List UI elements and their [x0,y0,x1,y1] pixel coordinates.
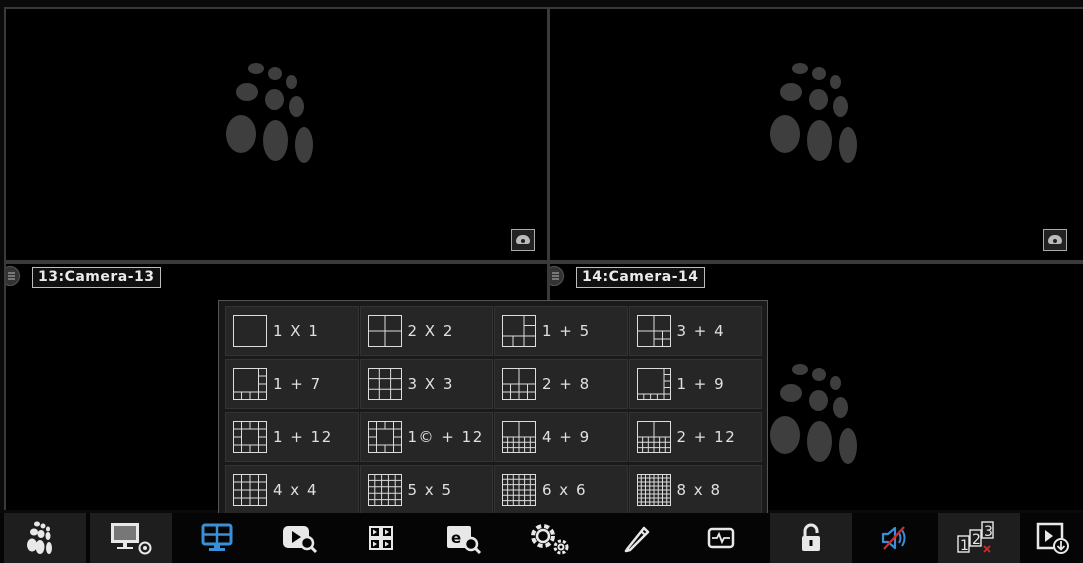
taskbar: e 1 2 3 [0,513,1083,563]
layout-5x5-icon [367,474,402,506]
start-menu-button[interactable] [4,513,86,563]
layout-option-label: 3 X 3 [407,375,454,393]
layout-2p12-icon [636,421,671,453]
layout-2p8-icon [502,368,536,400]
layout-1p5-icon [502,315,536,347]
layout-option-label: 1 + 5 [542,322,591,340]
channel-menu-icon[interactable] [6,266,20,286]
mute-button[interactable] [854,513,936,563]
channel-number-button[interactable]: 1 2 3 [938,513,1020,563]
sequence-button[interactable] [340,513,422,563]
brand-logo-watermark [226,63,336,173]
layout-1p12-icon [233,421,267,453]
logo-icon [27,521,52,554]
layout-option-label: 1 X 1 [273,322,320,340]
playback-search-icon [283,526,318,554]
svg-text:e: e [451,529,461,547]
layout-1p7-icon [233,368,267,400]
layout-option-label: 2 + 12 [676,428,737,446]
layout-option-1p5[interactable]: 1 + 5 [494,306,628,356]
layout-3p4-icon [636,315,671,347]
layout-option-label: 6 x 6 [542,481,587,499]
edit-button[interactable] [596,513,678,563]
layout-option-4x4[interactable]: 4 x 4 [225,465,359,515]
layout-option-1p9[interactable]: 1 + 9 [628,359,762,409]
layout-option-1p12[interactable]: 1 + 12 [225,412,359,462]
layout-8x8-icon [636,474,671,506]
layout-option-4p9[interactable]: 4 + 9 [494,412,628,462]
layout-option-1p7[interactable]: 1 + 7 [225,359,359,409]
layout-option-label: 4 x 4 [273,481,318,499]
layout-6x6-icon [502,474,536,506]
camera-tile-2[interactable] [550,9,1083,260]
edit-pencil-icon [624,526,650,553]
layout-option-label: 2 + 8 [542,375,591,393]
layout-option-6x6[interactable]: 6 x 6 [494,465,628,515]
lock-icon [802,523,820,551]
layout-option-label: 1 + 7 [273,375,322,393]
layout-option-2x2[interactable]: 2 X 2 [359,306,493,356]
camera-tile-1[interactable] [6,9,547,260]
layout-option-8x8[interactable]: 8 x 8 [628,465,762,515]
layout-row: 1 X 1 2 X 2 1 + 5 3 + 4 [225,306,763,358]
layout-option-2p12[interactable]: 2 + 12 [628,412,762,462]
sequence-icon [369,526,393,550]
layout-option-1c12[interactable]: 1© + 12 [359,412,493,462]
layout-monitor-icon [201,523,233,551]
layout-4x4-icon [233,474,267,506]
layout-2x2-icon [367,315,402,347]
layout-menu: 1 X 1 2 X 2 1 + 5 3 + 4 1 + 7 3 X 3 2 + … [218,300,768,518]
svg-text:3: 3 [984,524,993,540]
layout-option-3x3[interactable]: 3 X 3 [359,359,493,409]
layout-1c12-icon [367,421,402,453]
layout-option-label: 2 X 2 [407,322,454,340]
brand-logo-watermark [770,63,880,173]
mute-icon [881,526,906,550]
system-status-icon [707,527,735,549]
layout-row: 1 + 7 3 X 3 2 + 8 1 + 9 [225,359,763,411]
layout-1x1-icon [233,315,267,347]
backup-icon [1036,522,1069,554]
camera-label: 14:Camera-14 [576,267,705,288]
layout-button[interactable] [176,513,258,563]
layout-option-label: 4 + 9 [542,428,591,446]
layout-option-1x1[interactable]: 1 X 1 [225,306,359,356]
layout-option-label: 5 x 5 [407,481,453,499]
dome-camera-icon[interactable] [1043,229,1067,251]
playback-search-button[interactable] [258,513,340,563]
event-search-button[interactable]: e [422,513,504,563]
layout-option-label: 3 + 4 [676,322,726,340]
settings-button[interactable] [508,513,590,563]
camera-label: 13:Camera-13 [32,267,161,288]
system-status-button[interactable] [680,513,762,563]
settings-gears-icon [531,524,569,555]
layout-1p9-icon [636,368,671,400]
svg-text:2: 2 [972,532,981,548]
layout-option-5x5[interactable]: 5 x 5 [359,465,493,515]
layout-option-label: 1© + 12 [407,428,484,446]
channel-menu-icon[interactable] [550,266,564,286]
lock-button[interactable] [770,513,852,563]
channel-number-icon: 1 2 3 [957,521,994,554]
layout-3x3-icon [367,368,402,400]
display-settings-button[interactable] [90,513,172,563]
layout-row: 1 + 12 1© + 12 4 + 9 2 + 12 [225,412,763,464]
layout-option-label: 1 + 12 [273,428,333,446]
layout-row: 4 x 4 5 x 5 6 x 6 8 x 8 [225,465,763,517]
layout-4p9-icon [502,421,536,453]
dome-camera-icon[interactable] [511,229,535,251]
layout-option-label: 1 + 9 [676,375,726,393]
brand-logo-watermark [770,364,880,474]
svg-text:1: 1 [960,538,969,554]
layout-option-3p4[interactable]: 3 + 4 [628,306,762,356]
event-search-icon: e [447,526,482,555]
display-settings-icon [111,523,152,555]
backup-button[interactable] [1020,513,1083,563]
layout-option-2p8[interactable]: 2 + 8 [494,359,628,409]
layout-option-label: 8 x 8 [676,481,722,499]
